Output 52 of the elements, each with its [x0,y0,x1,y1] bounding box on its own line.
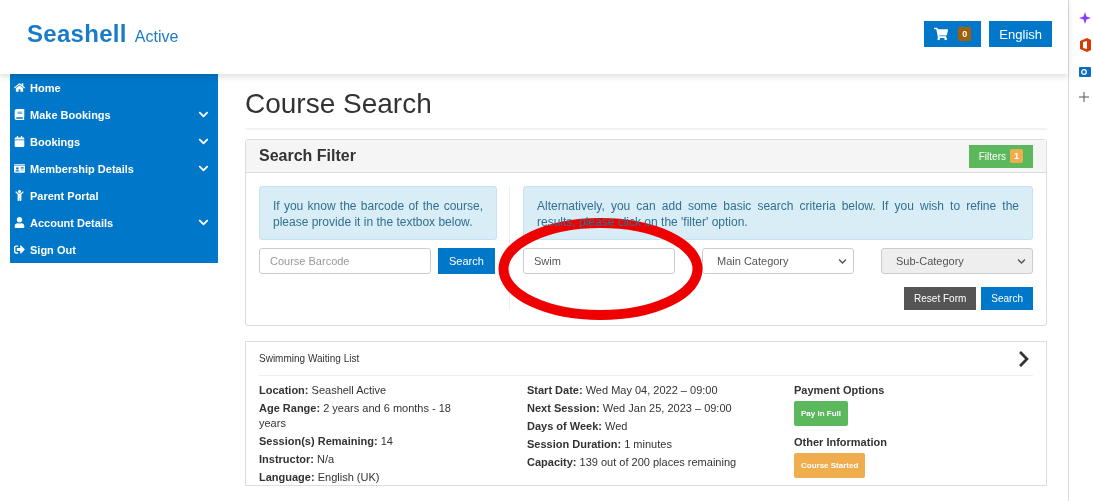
logo-brand: Seashell [27,20,127,48]
menu-item-icon [14,82,25,93]
menu-item-icon [14,190,25,201]
panel-title: Search Filter [259,147,356,165]
sidebar-item[interactable]: Sign Out [10,236,218,263]
menu-item-icon [14,109,25,120]
cart-count: 0 [958,27,972,41]
section-heading: Other Information [794,435,888,450]
language-button[interactable]: English [989,21,1052,47]
status-badge: Course Started [794,453,866,478]
sidebar-item[interactable]: Membership Details [10,155,218,182]
page-title: Course Search [245,88,1047,130]
course-detail: Session Duration: 1 minutes [527,437,673,452]
course-detail: Days of Week: Wed [527,419,629,434]
course-detail: Capacity: 139 out of 200 places remaining [527,455,738,470]
add-icon[interactable] [1079,92,1089,102]
sidebar-item[interactable]: Parent Portal [10,182,218,209]
search-button[interactable]: Search [981,287,1033,310]
keyword-input-field[interactable]: Swim [523,248,675,274]
course-detail: Language: English (UK) [259,470,381,485]
logo-suffix: Active [134,28,179,46]
sidebar-item[interactable]: Make Bookings [10,101,218,128]
menu-item-icon [14,244,25,255]
menu-item-icon [14,217,25,228]
course-detail: Next Session: Wed Jan 25, 2023 – 09:00 [527,401,733,416]
course-title: Swimming Waiting List [259,353,360,364]
office-icon[interactable] [1079,38,1091,52]
course-detail: Session(s) Remaining: 14 [259,434,394,449]
barcode-input-field[interactable]: Course Barcode [259,248,431,274]
filters-count: 1 [1010,149,1023,163]
course-detail: Location: Seashell Active [259,383,388,398]
sparkle-icon[interactable] [1079,12,1091,24]
mail-icon[interactable] [1079,66,1091,78]
cart-icon [934,27,949,41]
sidebar-item[interactable]: Account Details [10,209,218,236]
menu-item-icon [14,163,25,174]
course-detail: Age Range: 2 years and 6 months - 18 years [259,401,452,431]
dropdown-icon [1017,256,1026,266]
dropdown-icon [838,256,847,266]
status-badge: Pay in Full [794,401,848,426]
filters-button[interactable]: Filters 1 [968,144,1033,168]
course-detail: Instructor: N/a [259,452,336,467]
menu-item-icon [14,136,25,147]
info-message: If you know the barcode of the course, please provide it in the textbox below. [259,186,497,240]
reset-button[interactable]: Reset Form [904,287,977,310]
sidebar-item[interactable]: Home [10,74,218,101]
course-detail: Start Date: Wed May 04, 2022 – 09:00 [527,383,719,398]
category-select[interactable]: Main Category [702,248,854,274]
section-heading: Payment Options [794,383,886,398]
cart-button[interactable]: 0 [924,21,982,47]
barcode-search-button[interactable]: Search [438,248,495,274]
sidebar-item[interactable]: Bookings [10,128,218,155]
